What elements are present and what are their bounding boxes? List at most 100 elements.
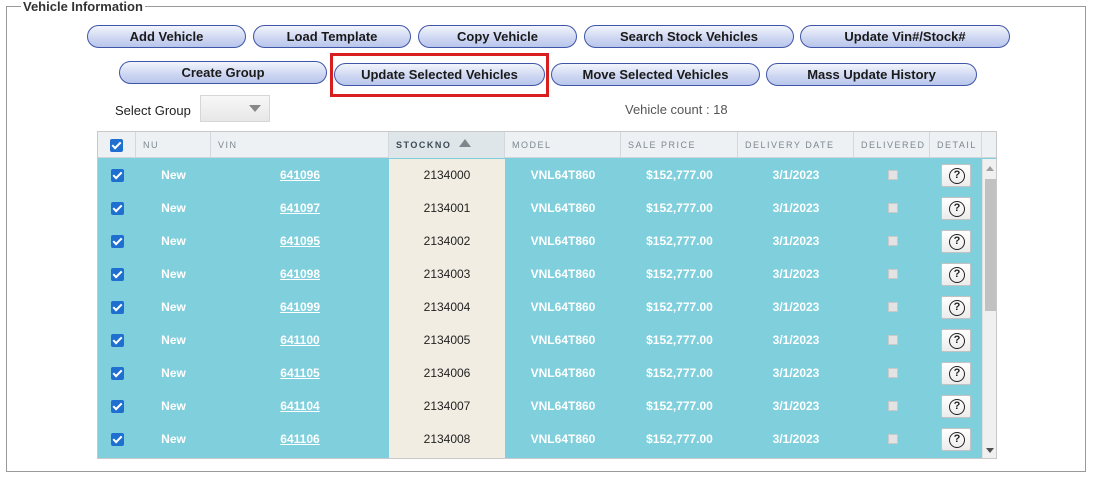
cell-vin-link[interactable]: 641105	[211, 357, 389, 390]
mass-update-history-button[interactable]: Mass Update History	[766, 63, 977, 86]
cell-vin-link[interactable]: 641106	[211, 423, 389, 456]
cell-delivery-date: 3/1/2023	[772, 300, 820, 314]
table-row[interactable]: New 641106 2134008 VNL64T860 $152,777.00 3/1/…	[98, 423, 982, 456]
cell-vin-link[interactable]: 641104	[211, 390, 389, 423]
create-group-button[interactable]: Create Group	[119, 61, 327, 84]
help-icon: ?	[949, 267, 965, 283]
table-row[interactable]: New 641099 2134004 VNL64T860 $152,777.00 3/1/…	[98, 291, 982, 324]
table-row[interactable]: New 641095 2134002 VNL64T860 $152,777.00 3/1/…	[98, 225, 982, 258]
table-row[interactable]: New 641104 2134007 VNL64T860 $152,777.00 3/1/…	[98, 390, 982, 423]
row-select-checkbox[interactable]	[111, 202, 124, 215]
delivered-checkbox[interactable]	[888, 368, 898, 378]
help-icon: ?	[949, 432, 965, 448]
column-header-detail[interactable]: DETAIL	[930, 132, 982, 158]
move-selected-vehicles-button[interactable]: Move Selected Vehicles	[551, 63, 760, 86]
grid-scrollbar[interactable]	[982, 159, 996, 458]
column-header-nu[interactable]: NU	[136, 132, 211, 158]
cell-sale-price: $152,777.00	[646, 267, 713, 281]
vehicle-count: Vehicle count : 18	[625, 102, 728, 117]
cell-vin-link[interactable]: 641100	[211, 324, 389, 357]
row-select-checkbox[interactable]	[111, 268, 124, 281]
cell-model: VNL64T860	[530, 267, 596, 281]
table-row[interactable]: New 641097 2134001 VNL64T860 $152,777.00 3/1/…	[98, 192, 982, 225]
help-icon: ?	[949, 399, 965, 415]
column-header-delivered[interactable]: DELIVERED	[854, 132, 930, 158]
detail-button[interactable]: ?	[941, 164, 971, 187]
help-icon: ?	[949, 168, 965, 184]
column-header-stockno-label: STOCKNO	[396, 140, 452, 150]
cell-vin-link[interactable]: 641098	[211, 258, 389, 291]
cell-sale-price: $152,777.00	[646, 234, 713, 248]
row-select-checkbox[interactable]	[111, 400, 124, 413]
delivered-checkbox[interactable]	[888, 269, 898, 279]
select-all-cell	[98, 132, 136, 158]
section-title: Vehicle Information	[21, 0, 145, 14]
select-all-checkbox[interactable]	[110, 139, 123, 152]
cell-vin-link[interactable]: 641095	[211, 225, 389, 258]
row-select-checkbox[interactable]	[111, 169, 124, 182]
column-header-sale-price[interactable]: SALE PRICE	[621, 132, 738, 158]
delivered-checkbox[interactable]	[888, 170, 898, 180]
column-header-delivery-date[interactable]: DELIVERY DATE	[738, 132, 854, 158]
cell-nu: New	[161, 399, 186, 413]
row-select-checkbox[interactable]	[111, 301, 124, 314]
cell-stockno: 2134000	[423, 168, 471, 182]
delivered-checkbox[interactable]	[888, 203, 898, 213]
row-select-checkbox[interactable]	[111, 367, 124, 380]
cell-model: VNL64T860	[530, 234, 596, 248]
cell-delivery-date: 3/1/2023	[772, 333, 820, 347]
cell-vin-link[interactable]: 641096	[211, 159, 389, 192]
table-row[interactable]: New 641100 2134005 VNL64T860 $152,777.00 3/1/…	[98, 324, 982, 357]
detail-button[interactable]: ?	[941, 197, 971, 220]
help-icon: ?	[949, 234, 965, 250]
cell-sale-price: $152,777.00	[646, 432, 713, 446]
cell-stockno: 2134006	[423, 366, 471, 380]
search-stock-vehicles-button[interactable]: Search Stock Vehicles	[584, 25, 794, 48]
detail-button[interactable]: ?	[941, 263, 971, 286]
help-icon: ?	[949, 201, 965, 217]
cell-delivery-date: 3/1/2023	[772, 201, 820, 215]
delivered-checkbox[interactable]	[888, 401, 898, 411]
select-group-dropdown[interactable]	[200, 95, 270, 122]
cell-sale-price: $152,777.00	[646, 201, 713, 215]
row-select-checkbox[interactable]	[111, 334, 124, 347]
delivered-checkbox[interactable]	[888, 335, 898, 345]
row-select-checkbox[interactable]	[111, 433, 124, 446]
cell-stockno: 2134003	[423, 267, 471, 281]
scroll-up-icon[interactable]	[986, 166, 994, 171]
detail-button[interactable]: ?	[941, 296, 971, 319]
table-row[interactable]: New 641096 2134000 VNL64T860 $152,777.00 3/1/…	[98, 159, 982, 192]
grid-header: NU VIN STOCKNO MODEL SALE PRICE DELIVERY…	[98, 132, 996, 158]
scroll-down-icon[interactable]	[986, 448, 994, 453]
cell-delivery-date: 3/1/2023	[772, 267, 820, 281]
cell-nu: New	[161, 267, 186, 281]
highlight-box	[330, 53, 549, 97]
table-row[interactable]: New 641105 2134006 VNL64T860 $152,777.00 3/1/…	[98, 357, 982, 390]
cell-nu: New	[161, 168, 186, 182]
row-select-checkbox[interactable]	[111, 235, 124, 248]
column-header-model[interactable]: MODEL	[505, 132, 621, 158]
update-vin-stock-button[interactable]: Update Vin#/Stock#	[800, 25, 1010, 48]
delivered-checkbox[interactable]	[888, 302, 898, 312]
detail-button[interactable]: ?	[941, 329, 971, 352]
copy-vehicle-button[interactable]: Copy Vehicle	[418, 25, 577, 48]
column-header-vin[interactable]: VIN	[211, 132, 389, 158]
add-vehicle-button[interactable]: Add Vehicle	[87, 25, 246, 48]
load-template-button[interactable]: Load Template	[253, 25, 411, 48]
cell-delivery-date: 3/1/2023	[772, 168, 820, 182]
detail-button[interactable]: ?	[941, 395, 971, 418]
cell-vin-link[interactable]: 641099	[211, 291, 389, 324]
table-row[interactable]: New 641098 2134003 VNL64T860 $152,777.00 3/1/…	[98, 258, 982, 291]
column-header-stockno[interactable]: STOCKNO	[389, 132, 505, 158]
detail-button[interactable]: ?	[941, 362, 971, 385]
detail-button[interactable]: ?	[941, 428, 971, 451]
cell-sale-price: $152,777.00	[646, 399, 713, 413]
scrollbar-thumb[interactable]	[985, 179, 996, 311]
delivered-checkbox[interactable]	[888, 236, 898, 246]
detail-button[interactable]: ?	[941, 230, 971, 253]
cell-nu: New	[161, 300, 186, 314]
cell-delivery-date: 3/1/2023	[772, 234, 820, 248]
cell-vin-link[interactable]: 641097	[211, 192, 389, 225]
cell-model: VNL64T860	[530, 333, 596, 347]
delivered-checkbox[interactable]	[888, 434, 898, 444]
